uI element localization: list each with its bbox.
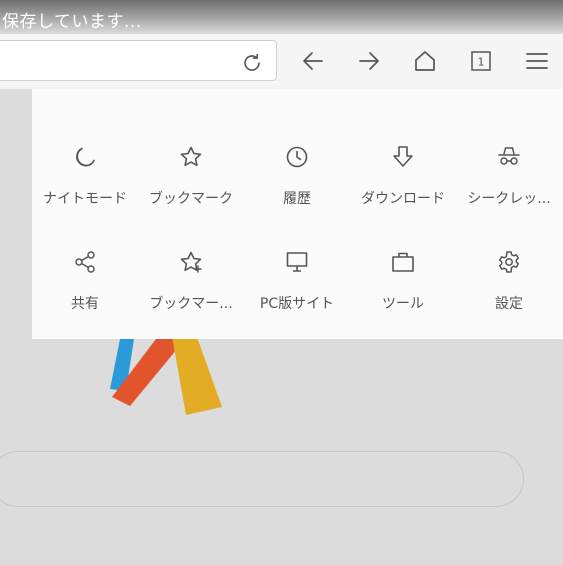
menu-item-night-mode[interactable]: ナイトモード (32, 104, 138, 207)
briefcase-icon (390, 249, 416, 275)
home-icon[interactable] (412, 48, 438, 74)
download-arrow-icon (390, 144, 416, 170)
menu-item-incognito[interactable]: シークレッ... (456, 104, 562, 207)
status-bar: 保存しています... (0, 0, 563, 34)
menu-item-label: ブックマー... (149, 296, 233, 312)
menu-item-label: ブックマーク (149, 191, 233, 207)
menu-item-label: 共有 (71, 296, 99, 312)
status-text: 保存しています... (2, 12, 142, 32)
star-icon (178, 144, 204, 170)
menu-item-add-bookmark[interactable]: ブックマー... (138, 209, 244, 312)
menu-item-label: ツール (382, 296, 424, 312)
menu-item-label: ナイトモード (43, 191, 127, 207)
search-box[interactable] (0, 451, 524, 507)
menu-item-share[interactable]: 共有 (32, 209, 138, 312)
main-menu-panel: ナイトモード ブックマーク 履歴 ダウンロード シークレッ... 共有 ブックマ… (32, 89, 563, 339)
clock-icon (284, 144, 310, 170)
back-arrow-icon[interactable] (300, 48, 326, 74)
menu-item-label: PC版サイト (259, 296, 335, 312)
menu-icon[interactable] (524, 48, 550, 74)
menu-item-tools[interactable]: ツール (350, 209, 456, 312)
menu-item-bookmarks[interactable]: ブックマーク (138, 104, 244, 207)
menu-item-label: シークレッ... (467, 191, 551, 207)
menu-item-settings[interactable]: 設定 (456, 209, 562, 312)
menu-item-history[interactable]: 履歴 (244, 104, 350, 207)
gear-icon (496, 249, 522, 275)
menu-item-label: 履歴 (283, 191, 311, 207)
star-plus-icon (178, 249, 204, 275)
menu-item-downloads[interactable]: ダウンロード (350, 104, 456, 207)
menu-item-desktop-site[interactable]: PC版サイト (244, 209, 350, 312)
reload-icon[interactable] (240, 51, 264, 75)
forward-arrow-icon[interactable] (356, 48, 382, 74)
moon-icon (72, 144, 98, 170)
browser-toolbar: 1 (0, 34, 563, 89)
url-bar[interactable] (0, 40, 277, 81)
share-icon (72, 249, 98, 275)
tab-count: 1 (478, 56, 485, 69)
tab-count-icon[interactable]: 1 (468, 48, 494, 74)
menu-item-label: 設定 (495, 296, 523, 312)
menu-item-label: ダウンロード (361, 191, 445, 207)
monitor-icon (284, 249, 310, 275)
incognito-icon (496, 144, 522, 170)
